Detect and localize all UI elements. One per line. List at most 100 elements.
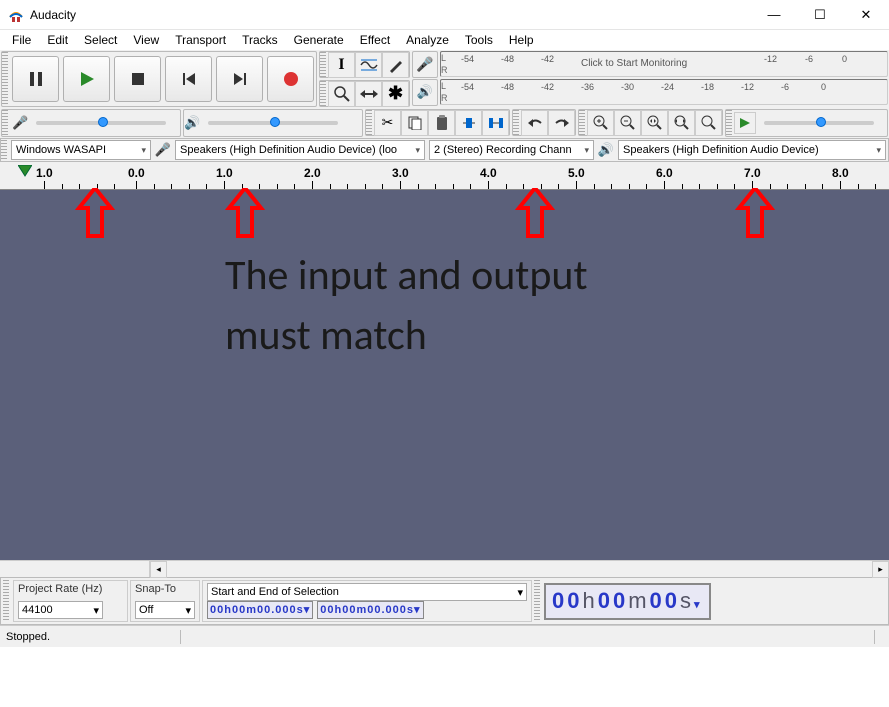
ruler-tick: 7.0 [744,166,761,180]
zoom-in-button[interactable] [587,110,614,136]
meter-tick: -48 [501,54,514,64]
playback-device-combo[interactable]: Speakers (High Definition Audio Device)▾ [618,140,886,160]
selection-start-time[interactable]: 00h00m00.000s▾ [207,601,313,619]
annotation-arrow [75,188,115,240]
playhead-icon[interactable] [18,165,32,177]
tools-toolbar: I [319,51,410,78]
undo-toolbar [512,109,576,136]
menu-edit[interactable]: Edit [39,31,76,49]
meter-tick: -42 [541,54,554,64]
record-meter-icon-box: 🎤 [412,51,438,78]
annotation-arrow [515,188,555,240]
timeline-ruler[interactable]: 1.00.01.02.03.04.05.06.07.08.0 [0,162,889,190]
record-button[interactable] [267,56,314,102]
microphone-icon: 🎤 [153,142,173,158]
play-button[interactable] [63,56,110,102]
recording-device-combo[interactable]: Speakers (High Definition Audio Device) … [175,140,425,160]
meter-tick: -54 [461,82,474,92]
zoom-toolbar [578,109,723,136]
ruler-tick: 5.0 [568,166,585,180]
menu-file[interactable]: File [4,31,39,49]
project-rate-combo[interactable]: 44100▾ [18,601,103,619]
close-button[interactable]: ✕ [843,0,889,30]
meter-tick: -12 [741,82,754,92]
zoom-out-button[interactable] [614,110,641,136]
meter-tick: -30 [621,82,634,92]
ruler-tick: 4.0 [480,166,497,180]
copy-button[interactable] [401,110,428,136]
selection-tool[interactable]: I [328,52,355,78]
meter-tick: -6 [781,82,789,92]
maximize-button[interactable]: ☐ [797,0,843,30]
playback-meter[interactable]: LR -54 -48 -42 -36 -30 -24 -18 -12 -6 0 [440,79,888,105]
silence-button[interactable] [482,110,509,136]
menu-effect[interactable]: Effect [352,31,398,49]
tracks-area[interactable]: The input and output must match [0,190,889,560]
menu-tools[interactable]: Tools [457,31,501,49]
play-at-speed-button[interactable] [734,112,756,134]
menu-generate[interactable]: Generate [286,31,352,49]
cut-button[interactable]: ✂ [374,110,401,136]
ruler-tick: 3.0 [392,166,409,180]
ruler-tick: 1.0 [36,166,53,180]
skip-end-button[interactable] [216,56,263,102]
fit-project-button[interactable] [668,110,695,136]
ruler-tick: 8.0 [832,166,849,180]
meter-tick: -36 [581,82,594,92]
playback-volume: 🔊 [183,109,363,137]
draw-tool[interactable] [382,52,409,78]
recording-volume-slider[interactable] [36,121,166,125]
tools-toolbar-2: ✱ [319,80,410,107]
snap-label: Snap-To [135,583,195,595]
snap-combo[interactable]: Off▾ [135,601,195,619]
toolbar-row-1: I ✱ 🎤 LR -54 -48 -42 Click to Start Moni… [0,50,889,108]
playback-volume-slider[interactable] [208,121,338,125]
toolbar-row-2: 🎤 🔊 ✂ [0,108,889,138]
recording-channels-combo[interactable]: 2 (Stereo) Recording Chann▾ [429,140,594,160]
window-title: Audacity [30,8,751,22]
multi-tool[interactable]: ✱ [382,81,409,107]
horizontal-scrollbar[interactable]: ◂ ▸ [0,560,889,577]
menu-select[interactable]: Select [76,31,125,49]
meter-tick: -12 [764,54,777,64]
recording-volume: 🎤 [1,109,181,137]
meter-tick: 0 [821,82,826,92]
menu-help[interactable]: Help [501,31,542,49]
play-speed-toolbar [725,109,888,137]
annotation-text-1: The input and output [225,250,588,301]
audio-position-time[interactable]: 00h00m00s▾ [544,583,711,620]
minimize-button[interactable]: — [751,0,797,30]
meter-tick: -54 [461,54,474,64]
redo-button[interactable] [548,110,575,136]
ruler-tick: 2.0 [304,166,321,180]
play-meter-icon-box: 🔊 [412,79,438,106]
playback-speed-slider[interactable] [764,121,874,125]
menu-tracks[interactable]: Tracks [234,31,286,49]
zoom-tool[interactable] [328,81,355,107]
meter-tick: 0 [842,54,847,64]
scroll-right-button[interactable]: ▸ [872,561,889,578]
record-meter[interactable]: LR -54 -48 -42 Click to Start Monitoring… [440,51,888,77]
timeshift-tool[interactable] [355,81,382,107]
menu-transport[interactable]: Transport [167,31,234,49]
paste-button[interactable] [428,110,455,136]
selection-mode-combo[interactable]: Start and End of Selection▾ [207,583,527,601]
titlebar: Audacity — ☐ ✕ [0,0,889,30]
selection-toolbar: Project Rate (Hz) 44100▾ Snap-To Off▾ St… [0,577,889,625]
stop-button[interactable] [114,56,161,102]
scroll-left-button[interactable]: ◂ [150,561,167,578]
zoom-toggle-button[interactable] [695,110,722,136]
microphone-icon[interactable]: 🎤 [416,56,433,73]
skip-start-button[interactable] [165,56,212,102]
menu-view[interactable]: View [125,31,167,49]
speaker-icon[interactable]: 🔊 [417,84,433,100]
speaker-icon: 🔊 [596,142,616,158]
trim-button[interactable] [455,110,482,136]
fit-selection-button[interactable] [641,110,668,136]
audio-host-combo[interactable]: Windows WASAPI▾ [11,140,151,160]
menu-analyze[interactable]: Analyze [398,31,457,49]
undo-button[interactable] [521,110,548,136]
pause-button[interactable] [12,56,59,102]
selection-end-time[interactable]: 00h00m00.000s▾ [317,601,423,619]
envelope-tool[interactable] [355,52,382,78]
